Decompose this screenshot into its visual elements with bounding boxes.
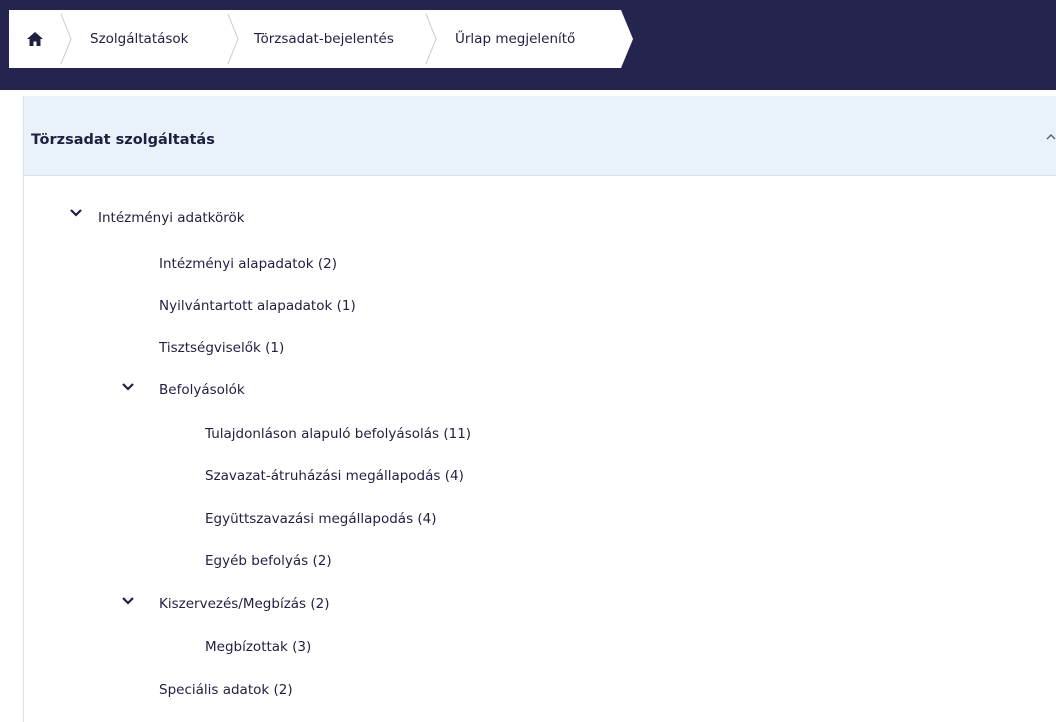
breadcrumb-item-torzsadat-bejelentes[interactable]: Törzsadat-bejelentés [254, 10, 394, 68]
tree-item-egyuttszavazasi[interactable]: Együttszavazási megállapodás (4) [205, 506, 437, 532]
top-navigation-bar: Szolgáltatások Törzsadat-bejelentés Űrla… [0, 0, 1056, 90]
panel-title: Törzsadat szolgáltatás [31, 132, 215, 148]
chevron-down-icon[interactable] [68, 205, 84, 221]
tree-item-szavazat-atruhazasi[interactable]: Szavazat-átruházási megállapodás (4) [205, 463, 464, 489]
tree-item-nyilvantartott-alapadatok[interactable]: Nyilvántartott alapadatok (1) [159, 293, 356, 319]
tree-item-egyeb-befolyas[interactable]: Egyéb befolyás (2) [205, 548, 332, 574]
collapse-button[interactable] [1040, 126, 1056, 148]
chevron-down-icon[interactable] [120, 593, 136, 609]
panel-header[interactable]: Törzsadat szolgáltatás [24, 96, 1056, 176]
tree-item-specialis-adatok[interactable]: Speciális adatok (2) [159, 677, 293, 703]
tree-item-tisztsegviselok[interactable]: Tisztségviselők (1) [159, 335, 284, 361]
breadcrumb-home[interactable] [9, 10, 61, 68]
tree-item-megbizottak[interactable]: Megbízottak (3) [205, 634, 311, 660]
chevron-down-icon[interactable] [120, 379, 136, 395]
home-icon [27, 32, 43, 46]
tree-item-tulajdonlason-alapulo[interactable]: Tulajdonláson alapuló befolyásolás (11) [205, 421, 471, 447]
tree-item-intezmenyi-alapadatok[interactable]: Intézményi alapadatok (2) [159, 251, 337, 277]
tree-item-kiszervezes-megbizas[interactable]: Kiszervezés/Megbízás (2) [159, 591, 330, 617]
breadcrumb-item-urlap-megjelenito[interactable]: Űrlap megjelenítő [455, 10, 575, 68]
tree-item-intezmenyi-adatkorok[interactable]: Intézményi adatkörök [98, 205, 245, 231]
chevron-up-icon [1046, 134, 1056, 140]
breadcrumb-item-szolgaltatasok[interactable]: Szolgáltatások [90, 10, 189, 68]
tree-item-befolyasolok[interactable]: Befolyásolók [159, 377, 245, 403]
torzsadat-panel: Törzsadat szolgáltatás Intézményi adatkö… [23, 96, 1056, 722]
